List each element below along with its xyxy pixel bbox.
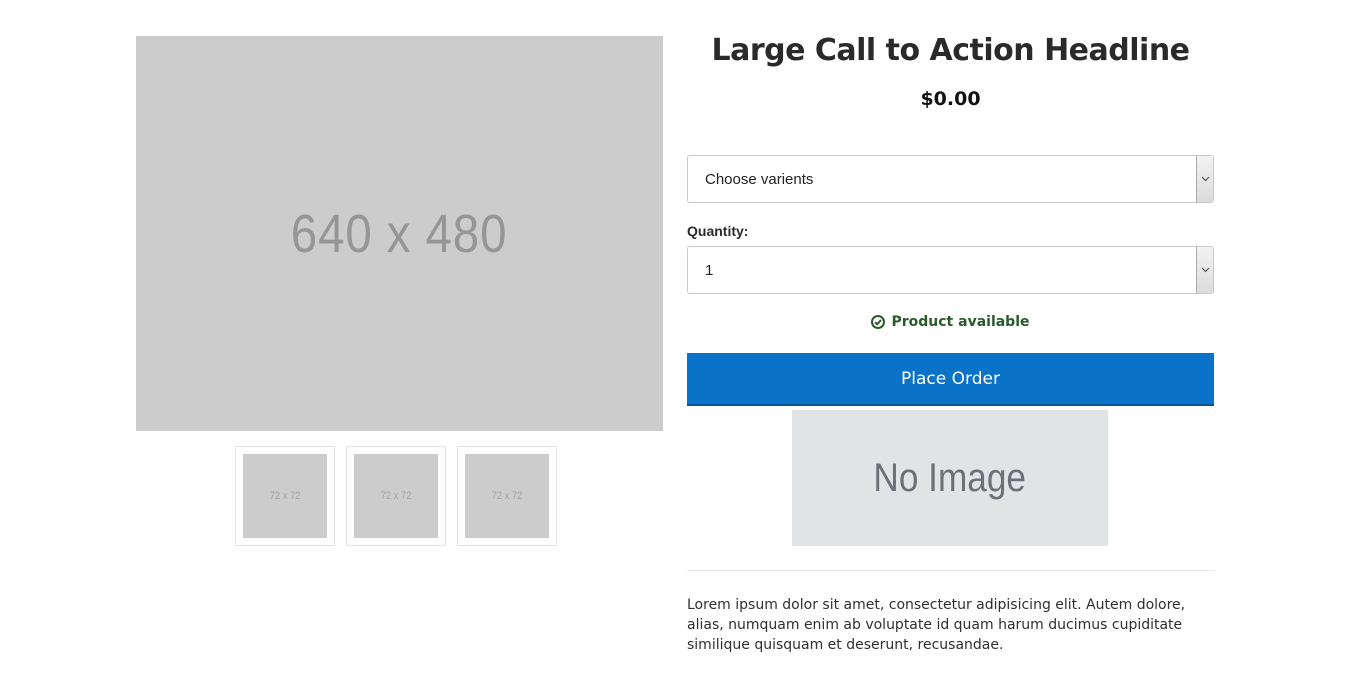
chevron-down-icon[interactable] — [1196, 247, 1213, 293]
thumbnail-image: 72 x 72 — [465, 454, 549, 538]
thumbnail-image: 72 x 72 — [354, 454, 438, 538]
thumbnail-label: 72 x 72 — [269, 490, 301, 502]
quantity-select-value: 1 — [705, 262, 714, 279]
thumbnail-image: 72 x 72 — [243, 454, 327, 538]
thumbnail-label: 72 x 72 — [380, 490, 412, 502]
availability-status: Product available — [687, 314, 1214, 330]
availability-text: Product available — [891, 314, 1030, 330]
thumbnail-3[interactable]: 72 x 72 — [457, 446, 557, 546]
quantity-select[interactable]: 1 — [687, 246, 1214, 294]
variant-select[interactable]: Choose varients — [687, 155, 1214, 203]
thumbnail-label: 72 x 72 — [491, 490, 523, 502]
check-circle-icon — [871, 315, 886, 329]
product-description: Lorem ipsum dolor sit amet, consectetur … — [687, 597, 1186, 653]
divider — [687, 570, 1214, 571]
secondary-product-image: No Image — [792, 410, 1108, 546]
no-image-label: No Image — [873, 455, 1027, 500]
thumbnail-1[interactable]: 72 x 72 — [235, 446, 335, 546]
thumbnail-2[interactable]: 72 x 72 — [346, 446, 446, 546]
product-headline: Large Call to Action Headline — [711, 33, 1190, 68]
thumbnail-gallery: 72 x 72 72 x 72 72 x 72 — [235, 446, 557, 546]
variant-select-value: Choose varients — [705, 171, 814, 188]
main-image-placeholder-label: 640 x 480 — [291, 203, 508, 264]
place-order-button[interactable]: Place Order — [687, 353, 1214, 406]
quantity-label: Quantity: — [687, 223, 749, 239]
chevron-down-icon[interactable] — [1196, 156, 1213, 202]
main-product-image: 640 x 480 — [136, 36, 663, 431]
product-price: $0.00 — [920, 88, 981, 110]
